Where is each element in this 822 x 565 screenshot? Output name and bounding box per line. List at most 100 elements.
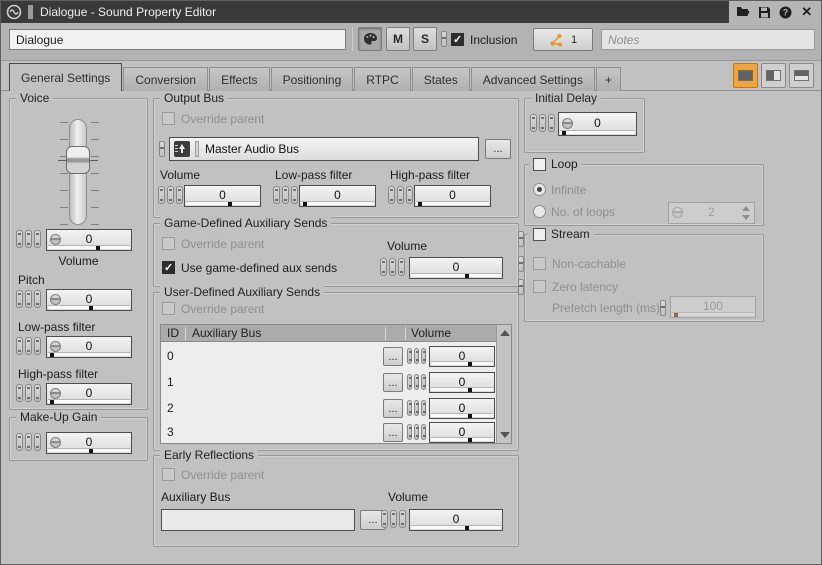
row-browse-button[interactable]: ... — [383, 373, 403, 392]
user-aux-override-checkbox[interactable] — [162, 302, 175, 315]
output-bus-override-checkbox[interactable] — [162, 112, 175, 125]
stream-checkbox[interactable] — [533, 228, 546, 241]
prefetch-field[interactable]: 100 — [670, 296, 756, 318]
row-volume-field[interactable]: 0 — [429, 346, 495, 367]
initial-delay-field[interactable]: 0 — [558, 112, 637, 136]
mute-button[interactable]: M — [386, 27, 410, 51]
use-game-defined-aux-sends-checkbox[interactable] — [162, 261, 175, 274]
property-indicator-icons[interactable] — [16, 384, 41, 402]
link-indicator-icon[interactable] — [660, 300, 666, 316]
row-volume-field[interactable]: 0 — [429, 422, 495, 443]
scroll-up-icon[interactable] — [500, 330, 510, 336]
inclusion-checkbox[interactable] — [451, 33, 464, 46]
er-aux-bus-field[interactable] — [161, 509, 355, 531]
property-indicator-icons[interactable] — [380, 258, 405, 276]
tab-conversion[interactable]: Conversion — [123, 67, 208, 91]
voice-lpf-field[interactable]: 0 — [46, 336, 132, 358]
layout-vertical-split-button[interactable] — [761, 63, 786, 88]
mini-slider[interactable] — [48, 399, 130, 403]
link-indicator-icon[interactable] — [518, 256, 524, 272]
game-aux-volume-field[interactable]: 0 — [409, 257, 503, 279]
output-bus-volume-field[interactable]: 0 — [184, 185, 261, 207]
pitch-field[interactable]: 0 — [46, 289, 132, 311]
object-name-input[interactable] — [9, 29, 346, 50]
titlebar[interactable]: Dialogue - Sound Property Editor ? ✕ — [1, 1, 821, 23]
mini-slider[interactable] — [186, 201, 259, 205]
output-bus-selector[interactable]: Master Audio Bus — [169, 137, 479, 161]
tab-advanced-settings[interactable]: Advanced Settings — [471, 67, 595, 91]
output-bus-browse-button[interactable]: ... — [485, 139, 511, 159]
save-icon[interactable] — [757, 5, 771, 19]
help-icon[interactable]: ? — [779, 5, 793, 19]
mini-slider[interactable] — [411, 273, 501, 277]
row-volume-field[interactable]: 0 — [429, 372, 495, 393]
row-volume-field[interactable]: 0 — [429, 398, 495, 419]
tab-rtpc[interactable]: RTPC — [354, 67, 410, 91]
mini-slider[interactable] — [431, 361, 493, 365]
link-indicator-icon[interactable] — [159, 141, 165, 157]
link-indicator-icon[interactable] — [441, 31, 447, 47]
layout-horizontal-split-button[interactable] — [789, 63, 814, 88]
link-indicator-icon[interactable] — [518, 231, 524, 247]
non-cachable-checkbox[interactable] — [533, 257, 546, 270]
layout-single-pane-button[interactable] — [733, 63, 758, 88]
row-browse-button[interactable]: ... — [383, 347, 403, 366]
solo-button[interactable]: S — [413, 27, 437, 51]
notes-input[interactable] — [601, 29, 815, 50]
property-indicator-icons[interactable] — [273, 186, 298, 204]
mini-slider[interactable] — [560, 130, 635, 134]
output-bus-hpf-field[interactable]: 0 — [414, 185, 491, 207]
voice-volume-field[interactable]: 0 — [46, 229, 132, 251]
row-browse-button[interactable]: ... — [383, 423, 403, 442]
property-indicator-icons[interactable] — [16, 290, 41, 308]
game-aux-override-checkbox[interactable] — [162, 237, 175, 250]
makeup-gain-field[interactable]: 0 — [46, 432, 132, 454]
property-indicator-icons[interactable] — [16, 230, 41, 248]
property-indicator-icons[interactable] — [407, 400, 426, 416]
scroll-down-icon[interactable] — [500, 432, 510, 438]
mini-slider[interactable] — [431, 413, 493, 417]
row-browse-button[interactable]: ... — [383, 399, 403, 418]
mini-slider[interactable] — [48, 245, 130, 249]
property-indicator-icons[interactable] — [407, 424, 426, 440]
open-icon[interactable] — [736, 5, 750, 19]
property-indicator-icons[interactable] — [407, 374, 426, 390]
tab-effects[interactable]: Effects — [209, 67, 269, 91]
tab-add-button[interactable]: + — [596, 67, 621, 91]
mini-slider[interactable] — [48, 352, 130, 356]
early-reflections-override-checkbox[interactable] — [162, 468, 175, 481]
property-indicator-icons[interactable] — [16, 337, 41, 355]
er-volume-field[interactable]: 0 — [409, 509, 503, 531]
references-button[interactable]: 1 — [533, 28, 593, 51]
mini-slider[interactable] — [416, 201, 489, 205]
property-indicator-icons[interactable] — [530, 114, 555, 132]
mini-slider[interactable] — [431, 437, 493, 441]
mini-slider[interactable] — [301, 201, 374, 205]
property-indicator-icons[interactable] — [158, 186, 183, 204]
mini-slider[interactable] — [48, 305, 130, 309]
loop-count-stepper[interactable] — [740, 205, 752, 221]
mini-slider[interactable] — [48, 448, 130, 452]
tab-general-settings[interactable]: General Settings — [9, 63, 122, 91]
property-indicator-icons[interactable] — [407, 348, 426, 364]
table-scrollbar[interactable] — [496, 325, 511, 443]
loop-infinite-radio[interactable] — [533, 183, 546, 196]
close-icon[interactable]: ✕ — [800, 5, 814, 19]
property-indicator-icons[interactable] — [381, 510, 406, 528]
tab-positioning[interactable]: Positioning — [271, 67, 354, 91]
link-indicator-icon[interactable] — [518, 279, 524, 295]
loop-count-radio[interactable] — [533, 205, 546, 218]
volume-fader-handle[interactable] — [66, 146, 90, 174]
property-indicator-icons[interactable] — [388, 186, 413, 204]
mini-slider[interactable] — [431, 387, 493, 391]
zero-latency-checkbox[interactable] — [533, 280, 546, 293]
property-indicator-icons[interactable] — [16, 433, 41, 451]
mini-slider[interactable] — [411, 525, 501, 529]
output-bus-lpf-field[interactable]: 0 — [299, 185, 376, 207]
mini-slider[interactable] — [672, 312, 754, 316]
tab-states[interactable]: States — [412, 67, 470, 91]
color-palette-button[interactable] — [358, 27, 382, 51]
loop-count-field[interactable]: 2 — [668, 202, 755, 224]
loop-checkbox[interactable] — [533, 158, 546, 171]
voice-hpf-field[interactable]: 0 — [46, 383, 132, 405]
